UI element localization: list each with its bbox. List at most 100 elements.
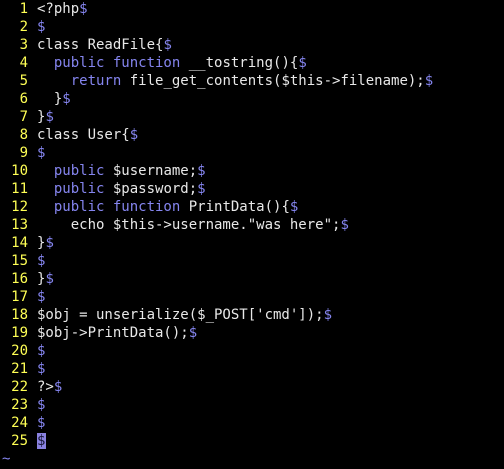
line-code: class ReadFile{$ <box>37 36 172 54</box>
code-line[interactable]: 9 $ <box>0 144 504 162</box>
eol-marker: $ <box>129 127 139 143</box>
code-token: } <box>37 91 63 107</box>
line-code: $ <box>37 252 45 270</box>
code-line[interactable]: 10 public $username;$ <box>0 162 504 180</box>
line-code: $ <box>37 360 45 378</box>
line-number: 7 <box>19 109 28 125</box>
code-line[interactable]: 2 $ <box>0 18 504 36</box>
line-number: 3 <box>19 37 28 53</box>
line-code: $ <box>37 414 45 432</box>
code-line[interactable]: 23 $ <box>0 396 504 414</box>
line-code: echo $this->username."was here";$ <box>37 216 349 234</box>
eol-marker: $ <box>197 163 206 179</box>
eol-marker: $ <box>37 253 46 269</box>
line-number: 22 <box>11 379 28 395</box>
code-token: $obj->PrintData(); <box>37 325 189 341</box>
eol-marker: $ <box>62 91 71 107</box>
keyword-token: public function <box>53 55 181 71</box>
code-line[interactable]: 4 public function __tostring(){$ <box>0 54 504 72</box>
line-code: }$ <box>37 270 54 288</box>
code-line[interactable]: 14 }$ <box>0 234 504 252</box>
line-code: public function PrintData(){$ <box>37 198 298 216</box>
eol-marker: $ <box>79 1 88 17</box>
line-code: ?>$ <box>37 378 62 396</box>
line-code: $ <box>37 288 45 306</box>
eol-marker: $ <box>163 37 172 53</box>
eol-marker: $ <box>197 181 206 197</box>
code-line[interactable]: 12 public function PrintData(){$ <box>0 198 504 216</box>
eol-marker: $ <box>298 55 307 71</box>
eol-marker: $ <box>45 235 54 251</box>
eol-marker: $ <box>188 325 198 341</box>
line-code: $ <box>37 144 45 162</box>
line-number: 24 <box>11 415 28 431</box>
eol-marker: $ <box>37 415 46 431</box>
line-code: return file_get_contents($this->filename… <box>37 72 433 90</box>
empty-line-tilde: ~ <box>2 451 11 467</box>
code-line[interactable]: 1 <?php$ <box>0 0 504 18</box>
line-code: }$ <box>37 90 71 108</box>
code-line[interactable]: 15 $ <box>0 252 504 270</box>
eol-marker: $ <box>37 397 46 413</box>
line-number: 20 <box>11 343 28 359</box>
line-code: $ <box>37 342 45 360</box>
line-number: 5 <box>19 73 28 89</box>
code-line[interactable]: 6 }$ <box>0 90 504 108</box>
line-number: 9 <box>19 145 28 161</box>
vim-editor[interactable]: 1 <?php$ 2 $3 class ReadFile{$ 4 public funct… <box>0 0 504 469</box>
eol-marker: $ <box>424 73 434 89</box>
code-line[interactable]: 17 $ <box>0 288 504 306</box>
line-number: 14 <box>11 235 28 251</box>
code-line[interactable]: 18 $obj = unserialize($_POST['cmd']);$ <box>0 306 504 324</box>
line-code: }$ <box>37 234 54 252</box>
line-number: 13 <box>11 217 28 233</box>
eol-marker: $ <box>323 307 333 323</box>
line-number: 21 <box>11 361 28 377</box>
keyword-token: return <box>70 73 122 89</box>
line-number: 19 <box>11 325 28 341</box>
keyword-token: public function <box>53 199 181 215</box>
code-line[interactable]: 8 class User{$ <box>0 126 504 144</box>
code-line[interactable]: 22 ?>$ <box>0 378 504 396</box>
eol-marker: $ <box>37 361 46 377</box>
line-code: $ <box>37 396 45 414</box>
code-token: class User{ <box>37 127 130 143</box>
eol-marker: $ <box>45 109 54 125</box>
eol-marker: $ <box>45 271 54 287</box>
code-line[interactable]: 24 $ <box>0 414 504 432</box>
line-code: $obj = unserialize($_POST['cmd']);$ <box>37 306 332 324</box>
code-line[interactable]: 19 $obj->PrintData();$ <box>0 324 504 342</box>
code-line[interactable]: 16 }$ <box>0 270 504 288</box>
line-code: <?php$ <box>37 0 88 18</box>
eol-marker: $ <box>37 343 46 359</box>
line-number: 17 <box>11 289 28 305</box>
code-line[interactable]: 21 $ <box>0 360 504 378</box>
code-line[interactable]: 20 $ <box>0 342 504 360</box>
line-number: 25 <box>11 433 28 449</box>
eol-marker: $ <box>37 145 46 161</box>
code-token: <?php <box>37 1 80 17</box>
line-code: $ <box>37 18 45 36</box>
line-number: 23 <box>11 397 28 413</box>
code-line[interactable]: 13 echo $this->username."was here";$ <box>0 216 504 234</box>
line-number: 15 <box>11 253 28 269</box>
code-token: PrintData(){ <box>180 199 290 215</box>
code-token: $username; <box>104 163 198 179</box>
code-line[interactable]: 5 return file_get_contents($this->filena… <box>0 72 504 90</box>
line-number: 16 <box>11 271 28 287</box>
eol-marker: $ <box>37 289 46 305</box>
eol-marker: $ <box>340 217 349 233</box>
code-line[interactable]: 7 }$ <box>0 108 504 126</box>
code-token: ?> <box>37 379 54 395</box>
line-number: 6 <box>19 91 28 107</box>
code-line[interactable]: 11 public $password;$ <box>0 180 504 198</box>
line-code: }$ <box>37 108 54 126</box>
line-number: 11 <box>11 181 28 197</box>
code-line[interactable]: 3 class ReadFile{$ <box>0 36 504 54</box>
line-code: public function __tostring(){$ <box>37 54 307 72</box>
code-line[interactable]: 25 $ <box>0 432 504 450</box>
